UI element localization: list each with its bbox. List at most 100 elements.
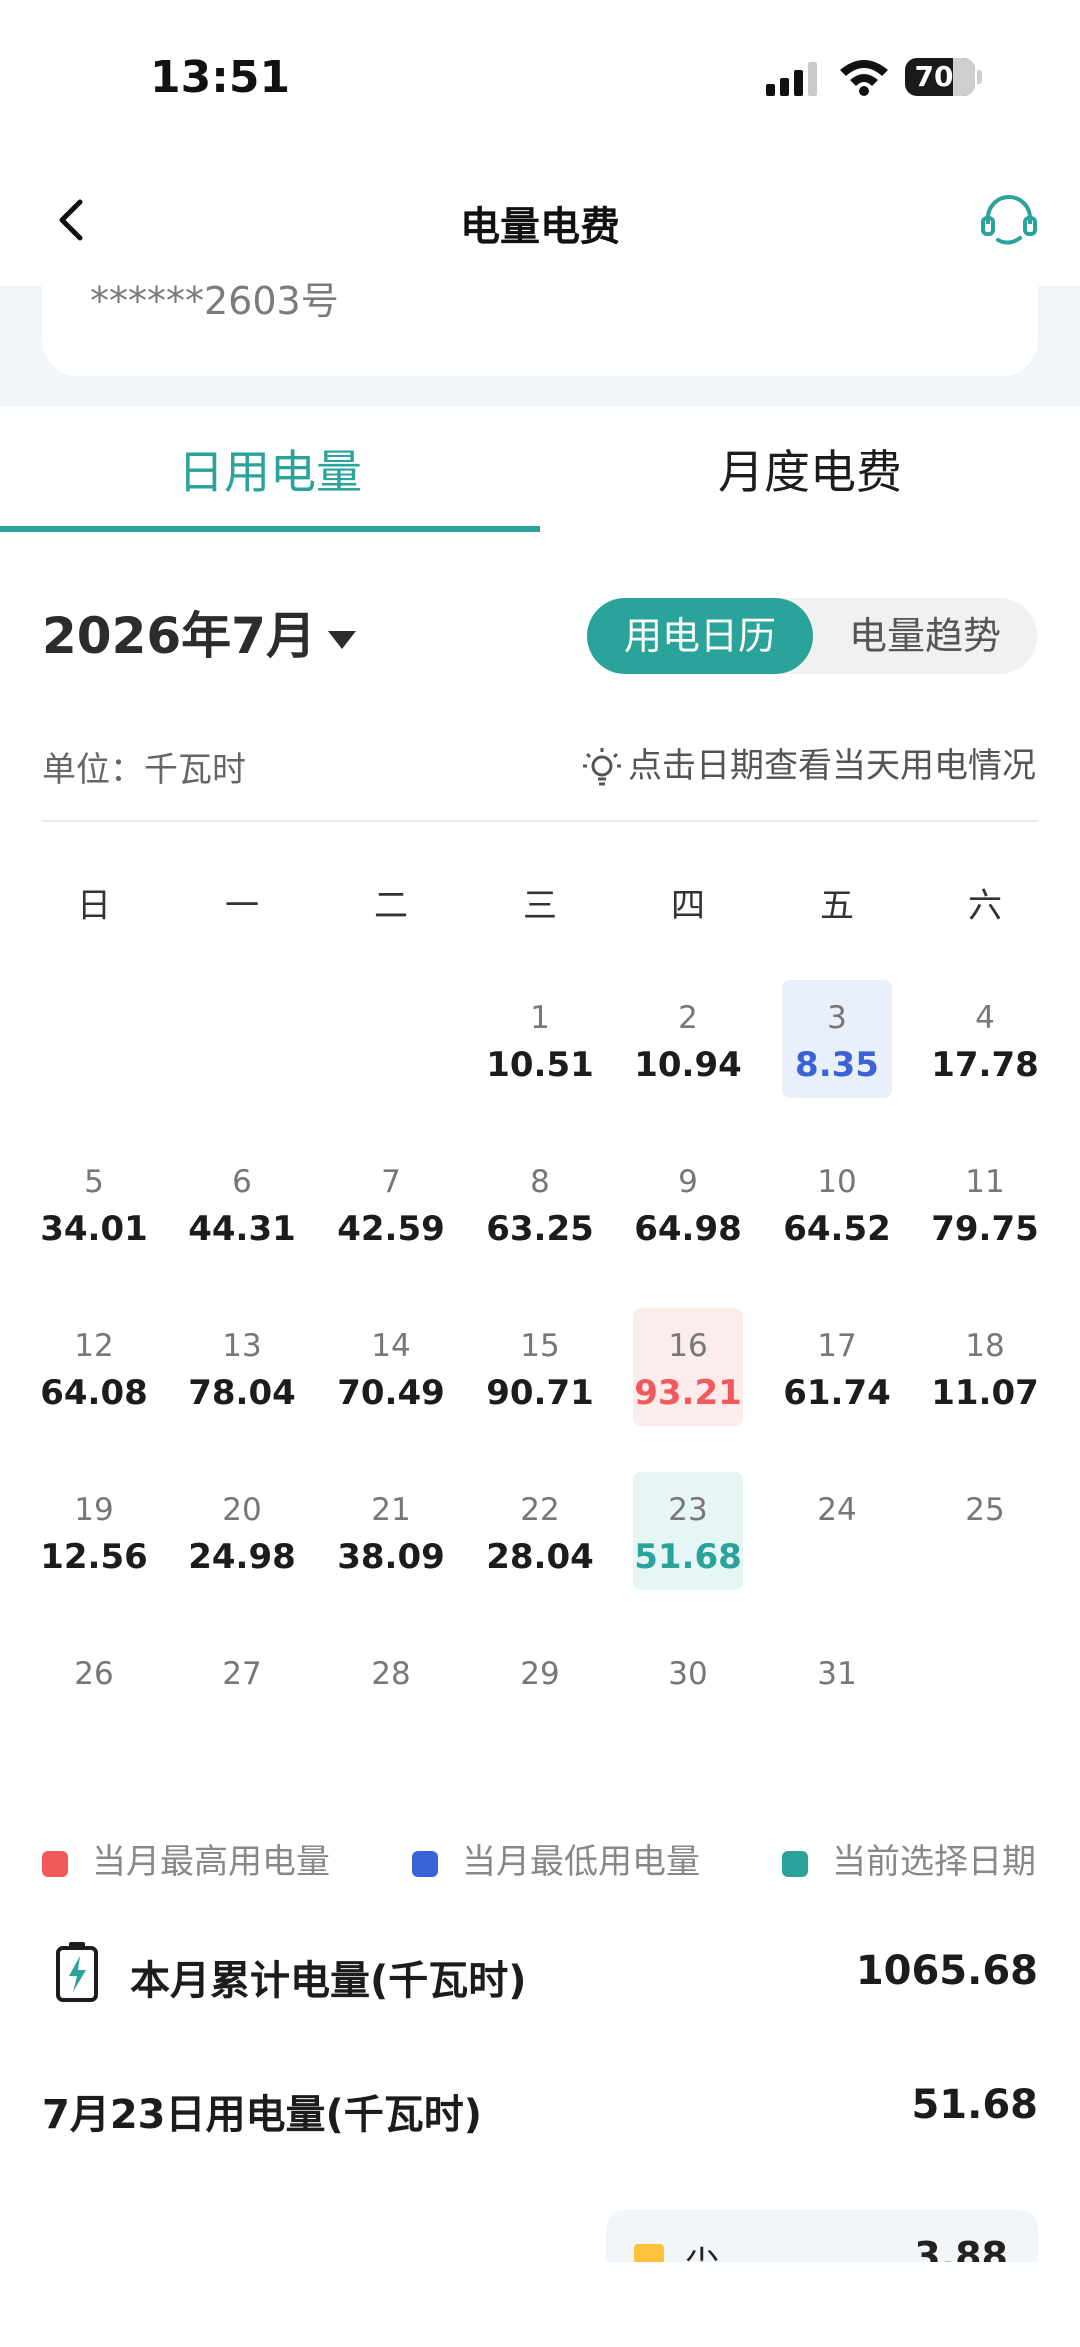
weekday-label: 三	[523, 886, 557, 926]
selected-day-label: 7月23日用电量(千瓦时)	[42, 2092, 483, 2138]
unit-label: 单位：千瓦时	[42, 750, 246, 790]
bottom-edge	[0, 2262, 1080, 2347]
legend-lowest: 当月最低用电量	[412, 1834, 700, 1883]
calendar-day[interactable]: 5	[20, 1164, 168, 1200]
calendar-day[interactable]: 12	[20, 1328, 168, 1364]
calendar-day[interactable]: 15	[466, 1328, 614, 1364]
calendar-day-usage[interactable]: 42.59	[317, 1209, 465, 1249]
page-title: 电量电费	[460, 204, 620, 250]
calendar-day[interactable]: 29	[466, 1656, 614, 1692]
calendar-day[interactable]: 26	[20, 1656, 168, 1692]
calendar-day-usage[interactable]: 28.04	[466, 1537, 614, 1577]
legend-swatch	[782, 1850, 808, 1877]
calendar-day[interactable]: 17	[763, 1328, 911, 1364]
legend-selected: 当前选择日期	[782, 1834, 1036, 1883]
toggle-calendar-button[interactable]: 用电日历	[587, 598, 813, 674]
calendar-day-usage[interactable]: 51.68	[614, 1537, 762, 1577]
tab-bar: 日用电量 月度电费	[0, 406, 1080, 536]
tab-active-indicator	[0, 526, 540, 532]
calendar-day[interactable]: 31	[763, 1656, 911, 1692]
calendar-day[interactable]: 24	[763, 1492, 911, 1528]
calendar-day[interactable]: 28	[317, 1656, 465, 1692]
calendar-day[interactable]: 30	[614, 1656, 762, 1692]
cellular-signal-icon	[766, 62, 817, 96]
calendar-day[interactable]: 2	[614, 1000, 762, 1036]
calendar-day[interactable]: 13	[168, 1328, 316, 1364]
calendar-day[interactable]: 22	[466, 1492, 614, 1528]
selected-day-value: 51.68	[911, 2082, 1038, 2128]
calendar-day[interactable]: 20	[168, 1492, 316, 1528]
tab-monthly-fee[interactable]: 月度电费	[540, 436, 1080, 502]
tab-daily-usage[interactable]: 日用电量	[0, 436, 540, 502]
legend-highest: 当月最高用电量	[42, 1834, 330, 1883]
calendar-day[interactable]: 16	[614, 1328, 762, 1364]
lightbulb-icon	[583, 747, 621, 785]
calendar-day[interactable]: 27	[168, 1656, 316, 1692]
weekday-label: 一	[225, 886, 259, 926]
monthly-total-label: 本月累计电量(千瓦时)	[130, 1958, 527, 2004]
calendar-day-usage[interactable]: 64.52	[763, 1209, 911, 1249]
monthly-total-row: 本月累计电量(千瓦时) 1065.68	[42, 1934, 1038, 2014]
month-label: 2026年7月	[42, 607, 316, 665]
wifi-icon	[840, 60, 888, 96]
calendar-day[interactable]: 1	[466, 1000, 614, 1036]
calendar-day-usage[interactable]: 78.04	[168, 1373, 316, 1413]
monthly-total-value: 1065.68	[855, 1948, 1038, 1994]
weekday-label: 四	[671, 886, 705, 926]
account-card[interactable]: ******2603号	[42, 250, 1038, 376]
month-selector[interactable]: 2026年7月	[42, 596, 356, 668]
weekday-label: 五	[820, 886, 854, 926]
calendar-day[interactable]: 18	[911, 1328, 1059, 1364]
calendar-day[interactable]: 7	[317, 1164, 465, 1200]
calendar-day-usage[interactable]: 10.51	[466, 1045, 614, 1085]
calendar-day[interactable]: 23	[614, 1492, 762, 1528]
calendar-day-usage[interactable]: 93.21	[614, 1373, 762, 1413]
weekday-label: 二	[374, 886, 408, 926]
calendar-day[interactable]: 11	[911, 1164, 1059, 1200]
calendar-day[interactable]: 10	[763, 1164, 911, 1200]
calendar-day[interactable]: 8	[466, 1164, 614, 1200]
calendar-day-usage[interactable]: 38.09	[317, 1537, 465, 1577]
calendar-day[interactable]: 6	[168, 1164, 316, 1200]
toggle-trend-button[interactable]: 电量趋势	[813, 598, 1037, 674]
calendar-day-usage[interactable]: 63.25	[466, 1209, 614, 1249]
calendar-day[interactable]: 19	[20, 1492, 168, 1528]
calendar-day-usage[interactable]: 70.49	[317, 1373, 465, 1413]
divider	[42, 820, 1038, 822]
legend-swatch	[42, 1850, 68, 1877]
status-time: 13:51	[150, 52, 291, 103]
calendar-day-usage[interactable]: 79.75	[911, 1209, 1059, 1249]
weekday-label: 六	[968, 886, 1002, 926]
account-number: ******2603号	[90, 279, 339, 323]
calendar-day[interactable]: 14	[317, 1328, 465, 1364]
caret-down-icon	[327, 630, 356, 649]
calendar-day-usage[interactable]: 64.98	[614, 1209, 762, 1249]
calendar-day[interactable]: 9	[614, 1164, 762, 1200]
calendar-day[interactable]: 3	[763, 1000, 911, 1036]
battery-charge-icon	[56, 1942, 98, 2002]
customer-service-icon[interactable]	[978, 190, 1040, 252]
calendar-day[interactable]: 4	[911, 1000, 1059, 1036]
calendar-day-usage[interactable]: 10.94	[614, 1045, 762, 1085]
calendar-day-usage[interactable]: 12.56	[20, 1537, 168, 1577]
weekday-label: 日	[77, 886, 111, 926]
calendar-day[interactable]: 25	[911, 1492, 1059, 1528]
selected-day-row: 7月23日用电量(千瓦时) 51.68	[42, 2082, 1038, 2142]
battery-icon: 70	[905, 58, 975, 96]
hint-text: 点击日期查看当天用电情况	[628, 746, 1036, 786]
view-toggle: 用电日历 电量趋势	[587, 598, 1037, 674]
calendar-day-usage[interactable]: 90.71	[466, 1373, 614, 1413]
hint: 点击日期查看当天用电情况	[582, 738, 1036, 790]
status-bar: 13:51 70	[0, 0, 1080, 150]
calendar-day-usage[interactable]: 34.01	[20, 1209, 168, 1249]
calendar-day-usage[interactable]: 17.78	[911, 1045, 1059, 1085]
calendar-day[interactable]: 21	[317, 1492, 465, 1528]
battery-level: 70	[914, 60, 954, 93]
calendar-day-usage[interactable]: 64.08	[20, 1373, 168, 1413]
calendar-day-usage[interactable]: 61.74	[763, 1373, 911, 1413]
calendar-day-usage[interactable]: 44.31	[168, 1209, 316, 1249]
legend-swatch	[412, 1850, 438, 1877]
calendar-day-usage[interactable]: 24.98	[168, 1537, 316, 1577]
calendar-day-usage[interactable]: 8.35	[763, 1045, 911, 1085]
calendar-day-usage[interactable]: 11.07	[911, 1373, 1059, 1413]
